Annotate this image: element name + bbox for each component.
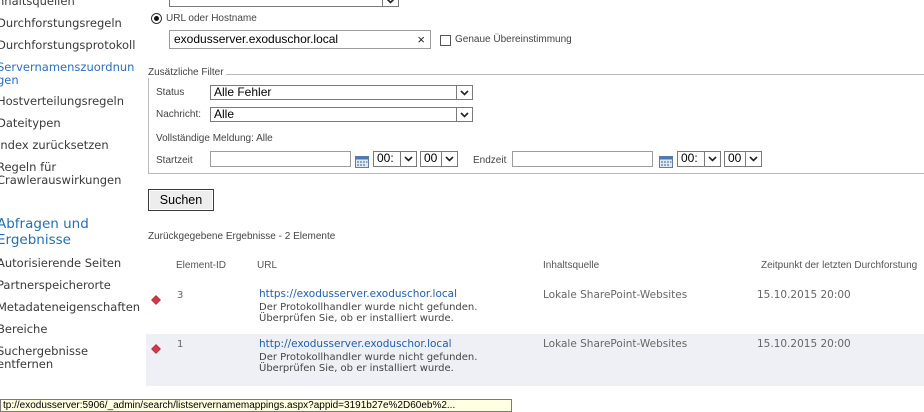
additional-filters-legend: Zusätzliche Filter [148, 67, 226, 78]
row-message-line2: Überprüfen Sie, ob er installiert wurde. [259, 312, 454, 324]
message-dropdown-value: Alle [214, 107, 235, 121]
clear-icon[interactable]: × [417, 32, 425, 48]
nav-heading-line2: Ergebnisse [0, 232, 71, 248]
nav-heading-queries-results[interactable]: Abfragen und Ergebnisse [0, 216, 143, 248]
end-hour-dropdown[interactable]: 00: [677, 151, 721, 167]
column-header-element-id[interactable]: Element-ID [176, 260, 226, 271]
nav-item-crawler-impact-rules[interactable]: Regeln für Crawlerauswirkungen [0, 161, 143, 187]
row-message-line1: Der Protokollhandler wurde nicht gefunde… [259, 302, 478, 313]
url-input[interactable]: exodusserver.exoduschor.local × [169, 30, 431, 49]
nav-item-host-distribution-rules[interactable]: Hostverteilungsregeln [0, 95, 143, 108]
chevron-down-icon [400, 152, 416, 166]
table-row: 1 http://exodusserver.exoduschor.local D… [146, 334, 924, 386]
error-icon [151, 339, 161, 354]
start-date-input[interactable] [210, 151, 351, 167]
row-url-link[interactable]: https://exodusserver.exoduschor.local [259, 288, 477, 300]
nav-heading-line1: Abfragen und [0, 216, 89, 232]
nav-item-label-line2: Crawlerauswirkungen [0, 173, 122, 187]
chevron-down-icon [456, 86, 472, 99]
nav-item-content-sources[interactable]: nhaltsquellen [0, 0, 143, 8]
nav-item-file-types[interactable]: Dateitypen [0, 117, 143, 130]
end-time-label: Endzeit [473, 155, 507, 166]
start-minute-dropdown[interactable]: 00 [420, 151, 458, 167]
status-dropdown-value: Alle Fehler [214, 85, 272, 99]
search-button[interactable]: Suchen [148, 189, 214, 211]
nav-item-scopes[interactable]: Bereiche [0, 323, 143, 336]
end-hour-value: 00: [681, 151, 698, 165]
chevron-down-icon [745, 152, 761, 166]
chevron-down-icon [441, 152, 457, 166]
status-dropdown[interactable]: Alle Fehler [210, 85, 473, 100]
nav-item-metadata-properties[interactable]: Metadateneigenschaften [0, 301, 143, 314]
row-last-crawl-time: 15.10.2015 20:00 [757, 338, 851, 350]
calendar-icon[interactable] [659, 153, 673, 168]
url-input-value: exodusserver.exoduschor.local [174, 32, 339, 46]
nav-item-server-name-mappings[interactable]: Servernamenszuordnun gen [0, 61, 143, 87]
message-label: Nachricht: [156, 109, 202, 120]
full-message-text: Vollständige Meldung: Alle [156, 133, 273, 144]
row-content-source: Lokale SharePoint-Websites [543, 338, 688, 350]
start-hour-dropdown[interactable]: 00: [373, 151, 417, 167]
nav-item-federated-locations[interactable]: Partnerspeicherorte [0, 279, 143, 292]
exact-match-checkbox[interactable] [440, 35, 451, 46]
nav-item-crawl-rules[interactable]: Durchforstungsregeln [0, 17, 143, 30]
chevron-down-icon [382, 0, 398, 6]
row-content-source: Lokale SharePoint-Websites [543, 289, 688, 301]
chevron-down-icon [456, 108, 472, 121]
row-message-line2: Überprüfen Sie, ob er installiert wurde. [259, 362, 454, 374]
table-row: 3 https://exodusserver.exoduschor.local … [146, 284, 924, 332]
column-header-last-crawl-time[interactable]: Zeitpunkt der letzten Durchforstung [761, 260, 917, 271]
nav-item-remove-search-results[interactable]: Suchergebnisse entfernen [0, 345, 143, 371]
calendar-icon[interactable] [355, 153, 369, 168]
error-icon [151, 290, 161, 305]
column-header-content-source[interactable]: Inhaltsquelle [543, 260, 599, 271]
end-minute-value: 00 [728, 151, 742, 165]
end-minute-dropdown[interactable]: 00 [724, 151, 762, 167]
exact-match-label: Genaue Übereinstimmung [455, 34, 572, 45]
nav-item-authoritative-pages[interactable]: Autorisierende Seiten [0, 257, 143, 270]
row-url-link[interactable]: http://exodusserver.exoduschor.local [259, 338, 477, 350]
start-hour-value: 00: [377, 151, 394, 165]
column-header-url[interactable]: URL [257, 260, 277, 271]
row-element-id: 3 [177, 290, 184, 301]
start-minute-value: 00 [424, 151, 438, 165]
status-label: Status [156, 87, 185, 98]
end-date-input[interactable] [512, 151, 653, 167]
results-summary: Zurückgegebene Ergebnisse - 2 Elemente [148, 231, 336, 242]
nav-item-index-reset[interactable]: Index zurücksetzen [0, 139, 143, 152]
chevron-down-icon [704, 152, 720, 166]
nav-item-label-line2: entfernen [0, 357, 54, 371]
content-source-dropdown[interactable] [169, 0, 399, 7]
row-message-line1: Der Protokollhandler wurde nicht gefunde… [259, 352, 478, 363]
status-bar-url: tp://exodusserver:5906/_admin/search/lis… [0, 399, 512, 412]
url-hostname-radio[interactable] [151, 13, 162, 24]
nav-item-crawl-log[interactable]: Durchforstungsprotokoll [0, 39, 143, 52]
message-dropdown[interactable]: Alle [210, 107, 473, 122]
left-navigation: nhaltsquellen Durchforstungsregeln Durch… [0, 0, 143, 412]
row-last-crawl-time: 15.10.2015 20:00 [757, 289, 851, 301]
nav-item-label-line1: Servernamenszuordnun [0, 60, 135, 74]
url-hostname-label: URL oder Hostname [166, 13, 257, 24]
row-element-id: 1 [177, 339, 184, 350]
start-time-label: Startzeit [156, 155, 193, 166]
nav-item-label-line2: gen [0, 73, 19, 87]
